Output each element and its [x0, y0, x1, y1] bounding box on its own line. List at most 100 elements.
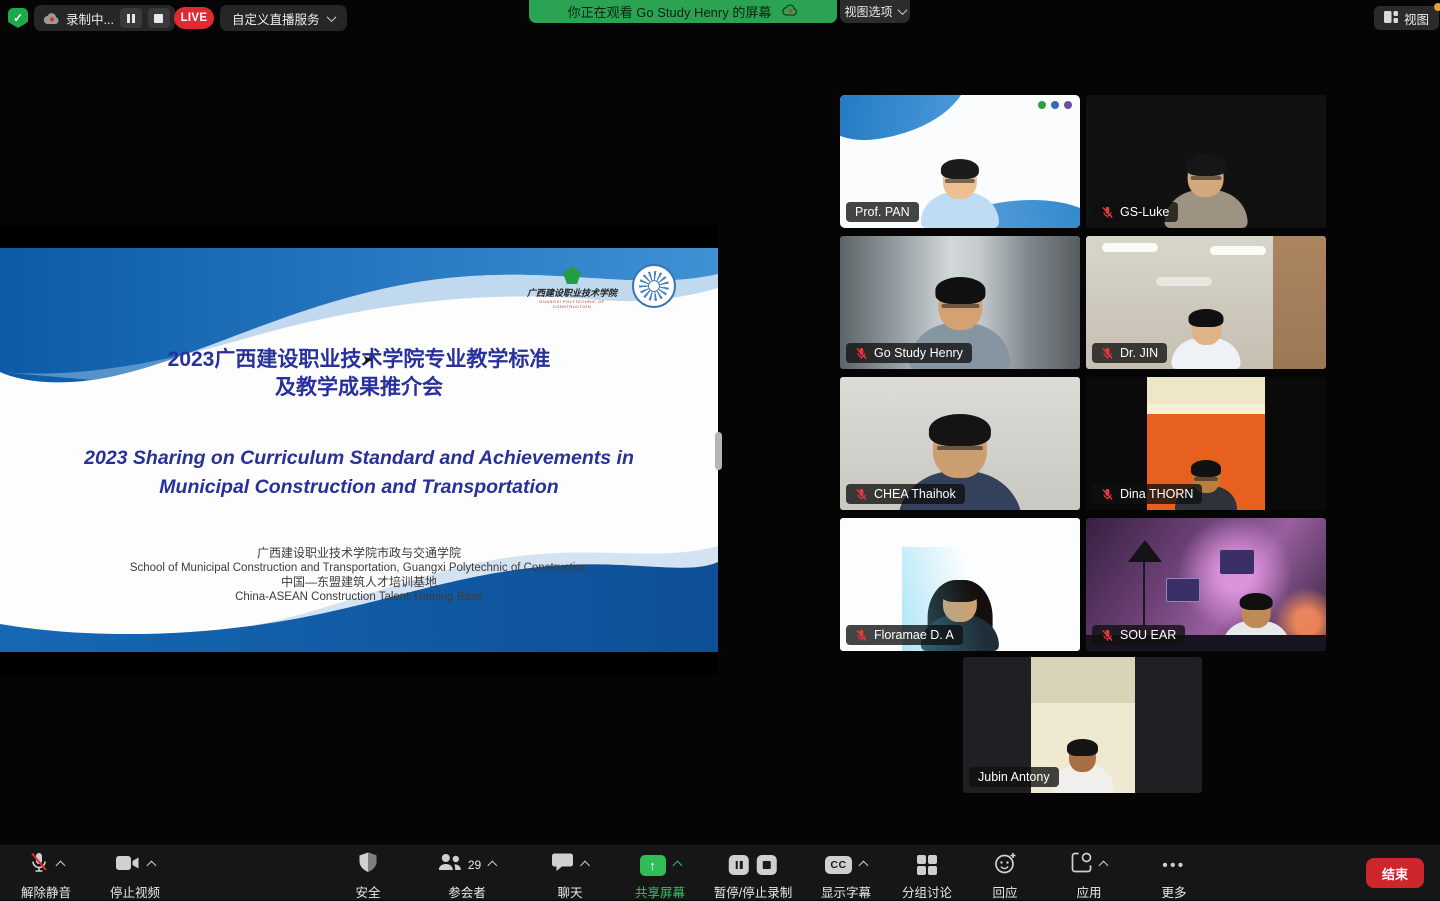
chevron-up-icon[interactable] — [858, 860, 868, 870]
more-button[interactable]: ••• 更多 — [1161, 853, 1186, 901]
chevron-up-icon[interactable] — [488, 860, 498, 870]
top-bar: ✓ 录制中... LIVE 自定义直播服务 你正在观看 Go Study Hen… — [0, 0, 1440, 36]
participant-tile-go-study-henry[interactable]: Go Study Henry — [840, 236, 1080, 369]
meeting-toolbar: 解除静音 停止视频 安全 29 参会者 — [0, 845, 1440, 900]
stop-recording-icon[interactable] — [757, 855, 777, 875]
show-captions-button[interactable]: CC 显示字幕 — [821, 853, 871, 901]
muted-mic-icon — [1101, 206, 1114, 219]
recording-status-pill: 录制中... — [34, 5, 175, 31]
security-button[interactable]: 安全 — [355, 853, 380, 901]
participants-icon — [438, 853, 462, 877]
slide-title-zh: 2023广西建设职业技术学院专业教学标准 及教学成果推介会 — [0, 346, 718, 402]
muted-mic-icon — [855, 629, 868, 642]
participant-tile-sou-ear[interactable]: SOU EAR — [1086, 518, 1326, 651]
stop-video-button[interactable]: 停止视频 — [110, 853, 160, 901]
muted-mic-icon — [1101, 629, 1114, 642]
apps-button[interactable]: 应用 — [1071, 853, 1107, 901]
slide-footer: 广西建设职业技术学院市政与交通学院 School of Municipal Co… — [0, 546, 718, 604]
participant-nameplate: Dr. JIN — [1092, 343, 1167, 363]
view-options-label: 视图选项 — [844, 3, 892, 20]
chevron-down-icon — [897, 5, 907, 15]
captions-icon: CC — [825, 856, 851, 874]
virtual-background-logos — [1038, 101, 1072, 109]
end-meeting-button[interactable]: 结束 — [1366, 858, 1424, 888]
participant-tile-chea-thaihok[interactable]: CHEA Thaihok — [840, 377, 1080, 510]
participants-count: 29 — [468, 858, 481, 872]
participant-name: CHEA Thaihok — [874, 487, 956, 501]
participant-nameplate: SOU EAR — [1092, 625, 1185, 645]
participant-tile-dr-jin[interactable]: Dr. JIN — [1086, 236, 1326, 369]
participant-name: Floramae D. A — [874, 628, 954, 642]
live-badge: LIVE — [174, 7, 214, 29]
chevron-up-icon[interactable] — [1099, 860, 1109, 870]
watching-screen-banner: 你正在观看 Go Study Henry 的屏幕 — [529, 0, 837, 23]
chevron-up-icon[interactable] — [580, 860, 590, 870]
slide-title-en: 2023 Sharing on Curriculum Standard and … — [0, 444, 718, 502]
participant-nameplate: GS-Luke — [1092, 202, 1178, 222]
participant-nameplate: Jubin Antony — [969, 767, 1059, 787]
participant-name: SOU EAR — [1120, 628, 1176, 642]
cloud-icon — [781, 4, 798, 19]
mouse-cursor: ➤ — [362, 352, 373, 368]
logo-emblem-icon — [563, 266, 581, 284]
shield-icon — [358, 852, 377, 878]
participant-tile-floramae[interactable]: Floramae D. A — [840, 518, 1080, 651]
participant-tile-jubin-antony[interactable]: Jubin Antony — [963, 657, 1202, 793]
guangxi-polytechnic-logo: 广西建设职业技术学院 GUANGXI POLYTECHNIC OF CONSTR… — [524, 266, 620, 309]
muted-mic-icon — [1101, 347, 1114, 360]
participant-name: GS-Luke — [1120, 205, 1169, 219]
participant-name: Dr. JIN — [1120, 346, 1158, 360]
participant-tile-gs-luke[interactable]: GS-Luke — [1086, 95, 1326, 228]
participant-nameplate: CHEA Thaihok — [846, 484, 965, 504]
participant-nameplate: Prof. PAN — [846, 202, 919, 222]
watching-banner-label: 你正在观看 Go Study Henry 的屏幕 — [568, 2, 772, 21]
participant-tile-prof-pan[interactable]: Prof. PAN — [840, 95, 1080, 228]
more-icon: ••• — [1162, 857, 1185, 874]
breakout-rooms-button[interactable]: 分组讨论 — [902, 853, 952, 901]
apps-icon — [1071, 852, 1092, 878]
gallery-view-icon — [1384, 11, 1398, 26]
participant-name: Dina THORN — [1120, 487, 1193, 501]
view-options-dropdown[interactable]: 视图选项 — [840, 0, 910, 23]
cloud-recording-icon — [42, 12, 60, 24]
participant-nameplate: Dina THORN — [1092, 484, 1202, 504]
pause-recording-button[interactable] — [120, 8, 142, 28]
participant-tile-dina-thorn[interactable]: Dina THORN — [1086, 377, 1326, 510]
notification-dot — [1434, 3, 1440, 11]
muted-mic-icon — [1101, 488, 1114, 501]
chevron-down-icon — [326, 12, 336, 22]
shared-screen-region: 广西建设职业技术学院 GUANGXI POLYTECHNIC OF CONSTR… — [0, 225, 718, 675]
reactions-icon — [994, 852, 1016, 879]
camera-icon — [115, 855, 139, 876]
muted-mic-icon — [855, 347, 868, 360]
reactions-button[interactable]: 回应 — [992, 853, 1017, 901]
chevron-up-icon[interactable] — [672, 860, 682, 870]
chat-button[interactable]: 聊天 — [552, 853, 589, 901]
meeting-security-shield-icon[interactable]: ✓ — [8, 8, 28, 28]
training-base-seal-logo — [632, 264, 676, 308]
chevron-up-icon[interactable] — [55, 860, 65, 870]
share-screen-icon: ↑ — [639, 855, 665, 876]
pause-recording-icon[interactable] — [729, 855, 749, 875]
muted-mic-icon — [855, 488, 868, 501]
participant-name: Jubin Antony — [978, 770, 1050, 784]
panel-resize-handle[interactable] — [715, 432, 722, 470]
stop-recording-button[interactable] — [148, 8, 170, 28]
chevron-up-icon[interactable] — [146, 860, 156, 870]
participant-nameplate: Go Study Henry — [846, 343, 972, 363]
stream-service-dropdown[interactable]: 自定义直播服务 — [220, 5, 347, 31]
view-button-label: 视图 — [1404, 9, 1429, 28]
share-screen-button[interactable]: ↑ 共享屏幕 — [635, 853, 685, 901]
view-button[interactable]: 视图 — [1374, 6, 1439, 30]
participants-button[interactable]: 29 参会者 — [438, 853, 496, 901]
unmute-button[interactable]: 解除静音 — [21, 853, 71, 901]
participant-nameplate: Floramae D. A — [846, 625, 963, 645]
presentation-slide: 广西建设职业技术学院 GUANGXI POLYTECHNIC OF CONSTR… — [0, 248, 718, 652]
stream-service-label: 自定义直播服务 — [232, 9, 320, 28]
recording-label: 录制中... — [66, 9, 114, 28]
mic-muted-icon — [28, 852, 48, 879]
participant-name: Prof. PAN — [855, 205, 910, 219]
participant-name: Go Study Henry — [874, 346, 963, 360]
breakout-rooms-icon — [917, 855, 938, 876]
pause-stop-recording-button[interactable]: 暂停/停止录制 — [714, 853, 792, 901]
